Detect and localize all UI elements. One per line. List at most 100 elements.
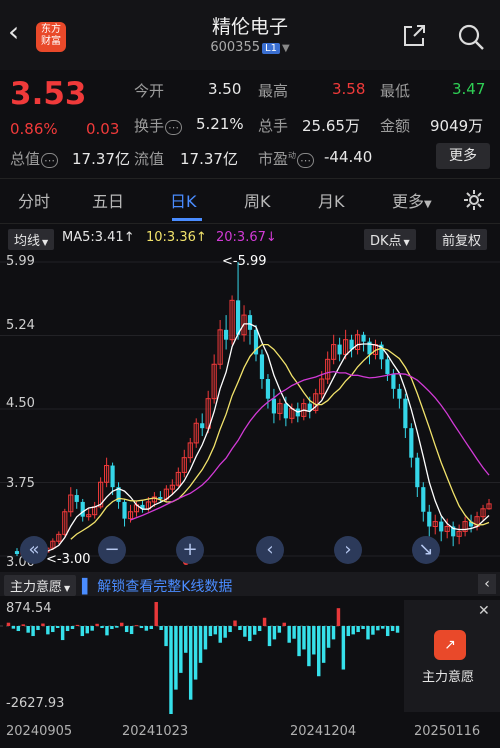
share-icon[interactable]	[400, 22, 428, 50]
collapse-left-icon[interactable]: ‹	[478, 574, 496, 594]
expand-icon[interactable]: ↘	[412, 536, 440, 564]
main-force-bar	[371, 626, 375, 635]
main-force-bar	[80, 626, 85, 637]
settings-gear-icon[interactable]	[462, 188, 486, 212]
main-force-bar	[272, 626, 277, 640]
ma5-value: MA5:3.41↑	[62, 230, 135, 245]
open-label: 今开	[134, 82, 165, 100]
candle-body	[409, 428, 414, 458]
ma-mode-label: 均线	[14, 234, 41, 249]
main-force-bar	[292, 626, 296, 639]
float-cap-label: 流值	[134, 150, 165, 168]
main-force-bar	[381, 626, 385, 629]
float-cap-value: 17.37亿	[180, 150, 238, 168]
main-force-bar	[351, 626, 355, 635]
unlock-link[interactable]: ▌ 解锁查看完整K线数据	[82, 576, 232, 596]
candle-body	[110, 465, 115, 488]
candle-body	[265, 379, 271, 399]
tab-five-day[interactable]: 五日	[92, 188, 124, 212]
main-force-bar	[51, 626, 55, 633]
y-tick-2: 4.50	[6, 396, 35, 411]
y-tick-1: 5.24	[6, 318, 35, 333]
ma20-value: 20:3.67↓	[216, 230, 277, 245]
main-force-bar	[243, 626, 247, 637]
main-force-bar	[110, 626, 114, 630]
total-cap-label-text: 总值	[10, 150, 41, 168]
y-tick-0: 5.99	[6, 254, 35, 269]
main-force-bar	[277, 626, 282, 633]
candle-body	[439, 521, 444, 532]
candle-body	[415, 457, 420, 488]
candle-body	[271, 398, 277, 414]
pe-label[interactable]: 市盈动 ⋯	[258, 148, 315, 169]
x-date-3: 20250116	[414, 724, 481, 739]
rewind-icon[interactable]: «	[20, 536, 48, 564]
tab-more[interactable]: 更多▼	[392, 188, 432, 212]
pe-label-text: 市盈	[258, 150, 289, 168]
candle-body	[259, 354, 265, 380]
close-icon[interactable]: ✕	[478, 603, 490, 619]
k-line-chart[interactable]	[0, 250, 500, 570]
main-force-bar	[174, 626, 178, 690]
tab-monthly-k[interactable]: 月K	[318, 188, 345, 212]
caret-down-icon: ▼	[424, 199, 432, 210]
ma10-value: 10:3.36↑	[146, 230, 207, 245]
main-force-bar	[346, 626, 351, 637]
ma10-line	[70, 343, 490, 540]
main-force-bar	[169, 626, 173, 714]
dk-point-label: DK点	[370, 234, 402, 249]
volume-value: 25.65万	[302, 117, 360, 135]
active-tab-underline	[172, 218, 202, 221]
x-date-2: 20241204	[290, 724, 357, 739]
zoom-in-icon[interactable]: +	[176, 536, 204, 564]
amount-label: 金额	[380, 117, 411, 135]
search-icon[interactable]	[456, 22, 486, 52]
main-force-bar	[302, 626, 306, 650]
main-force-bar	[55, 626, 60, 629]
tab-intraday[interactable]: 分时	[18, 188, 50, 212]
turnover-label[interactable]: 换手 ⋯	[134, 115, 183, 136]
main-force-bar	[341, 626, 346, 670]
total-cap-label[interactable]: 总值 ⋯	[10, 148, 59, 169]
pe-value: -44.40	[324, 148, 373, 166]
main-force-bar	[395, 626, 400, 633]
main-force-bar	[60, 626, 65, 641]
next-icon[interactable]: ›	[334, 536, 362, 564]
high-value: 3.58	[332, 80, 366, 98]
main-force-bar	[356, 626, 360, 633]
indicator-dropdown[interactable]: 主力意愿 ▼	[4, 575, 77, 596]
main-force-bar	[287, 626, 291, 643]
main-force-bar	[238, 626, 242, 631]
more-quote-button[interactable]: 更多	[436, 143, 490, 169]
main-force-bar	[105, 626, 109, 636]
candle-body	[391, 374, 396, 389]
main-force-bar	[95, 623, 99, 626]
main-force-bar	[164, 626, 168, 647]
dk-point-dropdown[interactable]: DK点 ▼	[364, 229, 416, 250]
main-force-app-icon[interactable]: ↗	[434, 630, 466, 660]
zoom-out-icon[interactable]: −	[98, 536, 126, 564]
more-dots-icon: ⋯	[41, 153, 59, 168]
x-date-1: 20241023	[122, 724, 189, 739]
main-force-bar	[203, 626, 208, 650]
main-force-bar	[228, 626, 232, 633]
ma-mode-dropdown[interactable]: 均线 ▼	[8, 229, 55, 250]
main-force-bar	[267, 626, 272, 647]
main-force-button-label[interactable]: 主力意愿	[422, 666, 474, 685]
main-force-bar	[233, 620, 237, 626]
turnover-value: 5.21%	[196, 115, 244, 133]
main-force-bar	[90, 626, 94, 631]
prev-icon[interactable]: ‹	[256, 536, 284, 564]
main-force-bar	[331, 626, 336, 640]
x-date-0: 20240905	[6, 724, 73, 739]
tab-daily-k[interactable]: 日K	[170, 188, 197, 212]
main-force-bar	[6, 622, 11, 626]
main-force-bar	[70, 626, 75, 630]
tab-weekly-k[interactable]: 周K	[244, 188, 271, 212]
main-force-bar	[262, 617, 267, 626]
current-price: 3.53	[10, 76, 87, 112]
y-tick-3: 3.75	[6, 476, 35, 491]
candle-body	[361, 334, 366, 342]
candle-body	[337, 344, 342, 355]
adjust-dropdown[interactable]: 前复权	[436, 229, 488, 250]
